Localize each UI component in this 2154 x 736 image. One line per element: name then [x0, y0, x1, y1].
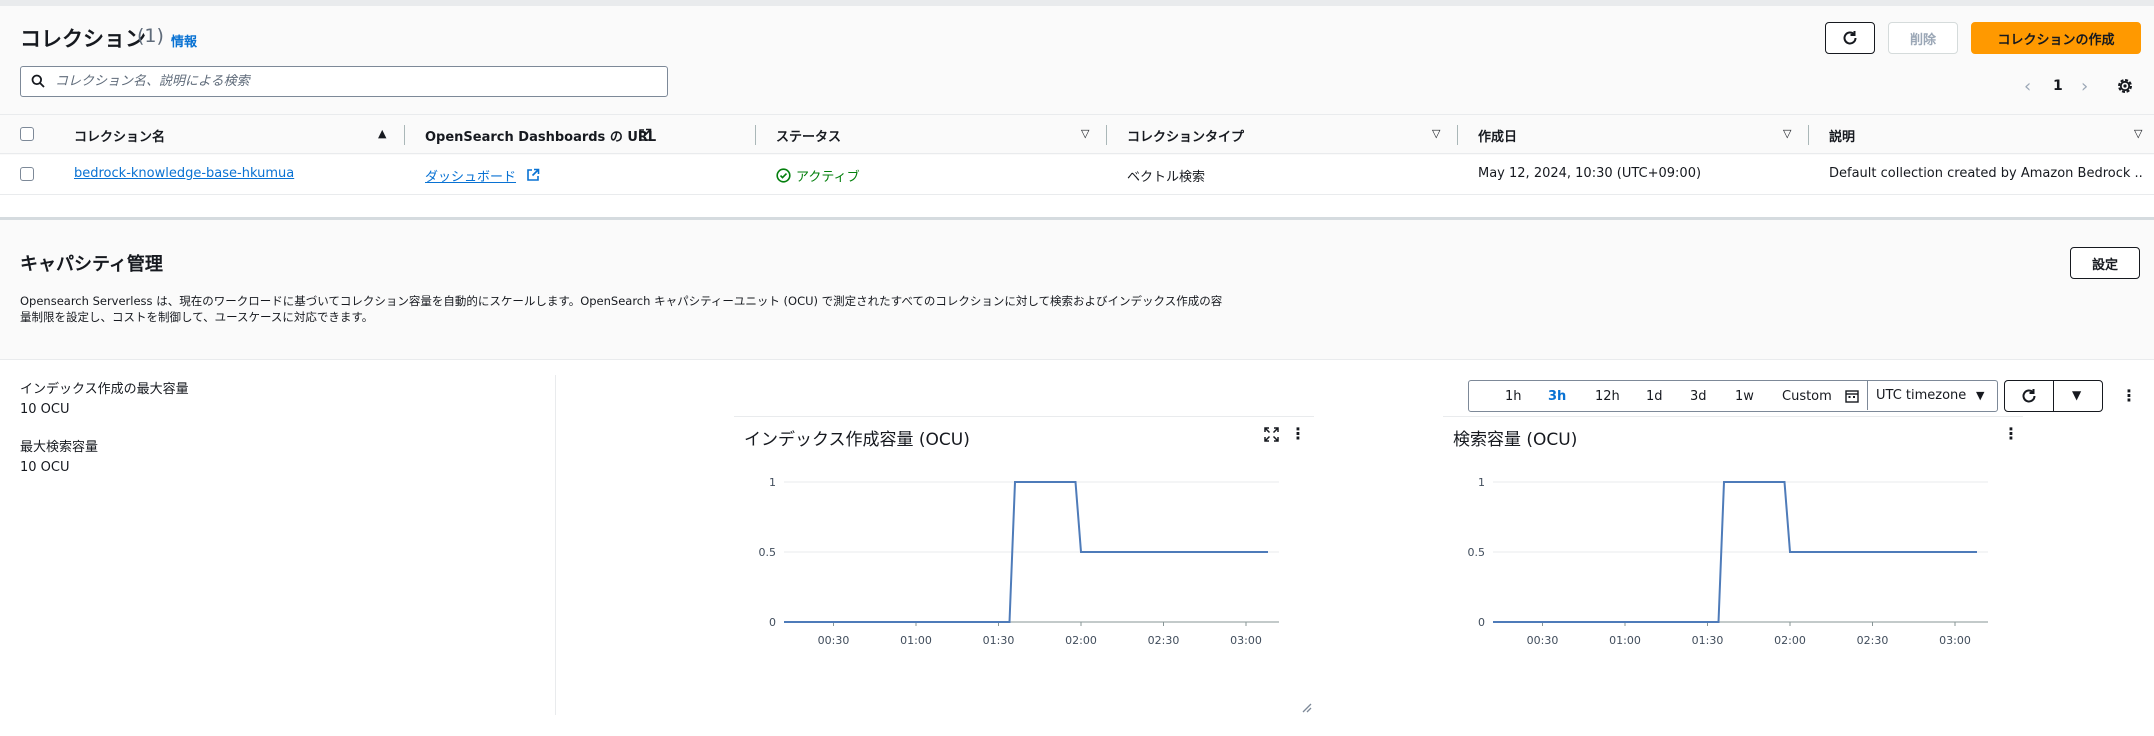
range-3h[interactable]: 3h — [1548, 389, 1566, 404]
sort-icon[interactable]: ▽ — [1432, 127, 1440, 140]
collection-name-link[interactable]: bedrock-knowledge-base-hkumua — [74, 166, 294, 181]
y-tick-label: 0 — [769, 616, 776, 629]
collections-title: コレクション — [20, 27, 146, 51]
chart-title: インデックス作成容量 (OCU) — [744, 430, 970, 450]
range-1h[interactable]: 1h — [1505, 389, 1522, 404]
column-divider[interactable] — [1106, 125, 1107, 145]
search-box — [20, 66, 668, 97]
x-tick-label: 01:00 — [900, 634, 932, 647]
select-all-checkbox[interactable] — [20, 127, 34, 141]
column-divider[interactable] — [755, 125, 756, 145]
status-success-icon — [776, 168, 791, 183]
col-dashboard-url[interactable]: OpenSearch Dashboards の URL — [425, 126, 656, 145]
index-capacity-chart: 1 0.5 0 00:30 01:00 01:30 02:00 02:30 03:00 — [759, 476, 1279, 647]
row-checkbox[interactable] — [20, 167, 34, 181]
sort-asc-icon[interactable]: ▲ — [378, 127, 386, 140]
col-name[interactable]: コレクション名 — [74, 126, 165, 145]
y-tick-label: 0.5 — [759, 546, 777, 559]
gear-icon[interactable] — [2115, 76, 2135, 96]
status-text: アクティブ — [796, 170, 860, 185]
max-search-value: 10 OCU — [20, 460, 70, 475]
chart-title: 検索容量 (OCU) — [1453, 430, 1578, 450]
x-tick-label: 01:30 — [983, 634, 1015, 647]
calendar-icon[interactable] — [1845, 389, 1859, 403]
spacer — [0, 195, 2154, 217]
more-options-icon[interactable]: ⋮ — [2003, 426, 2019, 442]
external-link-icon — [527, 168, 540, 181]
max-index-value: 10 OCU — [20, 402, 70, 417]
sort-icon[interactable]: ▽ — [1783, 127, 1791, 140]
refresh-icon — [1843, 31, 1857, 45]
next-page-icon[interactable]: › — [2081, 76, 2088, 97]
column-divider[interactable] — [1808, 125, 1809, 145]
range-3d[interactable]: 3d — [1690, 389, 1707, 404]
col-created[interactable]: 作成日 — [1478, 126, 1517, 145]
capacity-title: キャパシティ管理 — [20, 254, 163, 275]
max-search-label: 最大検索容量 — [20, 440, 99, 455]
capacity-description: Opensearch Serverless は、現在のワークロードに基づいてコレ… — [20, 294, 1223, 324]
col-description[interactable]: 説明 — [1829, 126, 1855, 145]
y-tick-label: 0.5 — [1468, 546, 1486, 559]
x-tick-label: 02:30 — [1148, 634, 1180, 647]
timezone-select[interactable]: UTC timezone ▼ — [1867, 381, 1997, 410]
x-tick-label: 00:30 — [1527, 634, 1559, 647]
x-tick-label: 02:00 — [1065, 634, 1097, 647]
description-text: Default collection created by Amazon Bed… — [1829, 166, 2144, 181]
create-collection-button[interactable]: コレクションの作成 — [1971, 22, 2141, 54]
capacity-settings-button[interactable]: 設定 — [2070, 247, 2140, 279]
timezone-value: UTC timezone — [1876, 388, 1967, 403]
y-tick-label: 0 — [1478, 616, 1485, 629]
search-capacity-chart: 1 0.5 0 00:30 01:00 01:30 02:00 02:30 03:00 — [1468, 476, 1988, 647]
y-tick-label: 1 — [769, 476, 776, 489]
sort-icon[interactable]: ▽ — [2134, 127, 2142, 140]
col-status[interactable]: ステータス — [776, 126, 841, 145]
collection-type: ベクトル検索 — [1127, 170, 1206, 185]
capacity-panel: キャパシティ管理 設定 Opensearch Serverless は、現在のワ… — [0, 220, 2154, 360]
caret-down-icon: ▼ — [2072, 388, 2082, 402]
delete-button[interactable]: 削除 — [1888, 22, 1958, 54]
info-link[interactable]: 情報 — [171, 31, 197, 50]
refresh-icon — [2022, 389, 2036, 403]
caret-down-icon: ▼ — [1976, 389, 1985, 402]
range-12h[interactable]: 12h — [1595, 389, 1620, 404]
x-tick-label: 01:00 — [1609, 634, 1641, 647]
resize-handle-icon[interactable] — [1300, 701, 1312, 713]
col-type[interactable]: コレクションタイプ — [1127, 126, 1244, 145]
range-1d[interactable]: 1d — [1646, 389, 1663, 404]
x-tick-label: 00:30 — [818, 634, 850, 647]
x-tick-label: 02:00 — [1774, 634, 1806, 647]
range-1w[interactable]: 1w — [1735, 389, 1754, 404]
collections-count: (1) — [137, 25, 164, 47]
column-divider — [555, 375, 556, 715]
x-tick-label: 03:00 — [1230, 634, 1262, 647]
x-tick-label: 01:30 — [1692, 634, 1724, 647]
index-capacity-widget: インデックス作成容量 (OCU) ⋮ 1 0.5 0 00:30 01:00 01:30 0… — [734, 416, 1314, 716]
created-date: May 12, 2024, 10:30 (UTC+09:00) — [1478, 166, 1702, 181]
prev-page-icon[interactable]: ‹ — [2024, 76, 2031, 97]
search-capacity-widget: 検索容量 (OCU) ⋮ 1 0.5 0 00:30 01:00 01:30 02:00 02… — [1443, 416, 2023, 716]
column-divider[interactable] — [1457, 125, 1458, 145]
range-custom[interactable]: Custom — [1782, 389, 1832, 404]
external-link-icon — [639, 128, 652, 141]
refresh-options-dropdown[interactable]: ▼ — [2053, 380, 2103, 412]
table-header: コレクション名 ▲ OpenSearch Dashboards の URL ステ… — [0, 114, 2154, 154]
page-number[interactable]: 1 — [2053, 78, 2063, 94]
metrics-panel: インデックス作成の最大容量 10 OCU 最大検索容量 10 OCU 1h 3h… — [0, 361, 2154, 736]
sort-icon[interactable]: ▽ — [1081, 127, 1089, 140]
column-divider[interactable] — [404, 125, 405, 145]
metrics-refresh-button[interactable] — [2004, 380, 2054, 412]
y-tick-label: 1 — [1478, 476, 1485, 489]
search-input[interactable] — [53, 69, 653, 93]
search-icon — [31, 74, 45, 88]
x-tick-label: 02:30 — [1857, 634, 1889, 647]
time-range-selector: 1h 3h 12h 1d 3d 1w Custom UTC timezone ▼ — [1468, 380, 1998, 412]
x-tick-label: 03:00 — [1939, 634, 1971, 647]
table-row: bedrock-knowledge-base-hkumua ダッシュボード アク… — [0, 155, 2154, 195]
max-index-label: インデックス作成の最大容量 — [20, 382, 189, 397]
more-options-icon[interactable]: ⋮ — [1290, 426, 1306, 442]
dashboard-link[interactable]: ダッシュボード — [425, 166, 516, 185]
expand-icon[interactable] — [1264, 427, 1279, 442]
more-options-icon[interactable]: ⋮ — [2121, 388, 2137, 404]
refresh-button[interactable] — [1825, 22, 1875, 54]
